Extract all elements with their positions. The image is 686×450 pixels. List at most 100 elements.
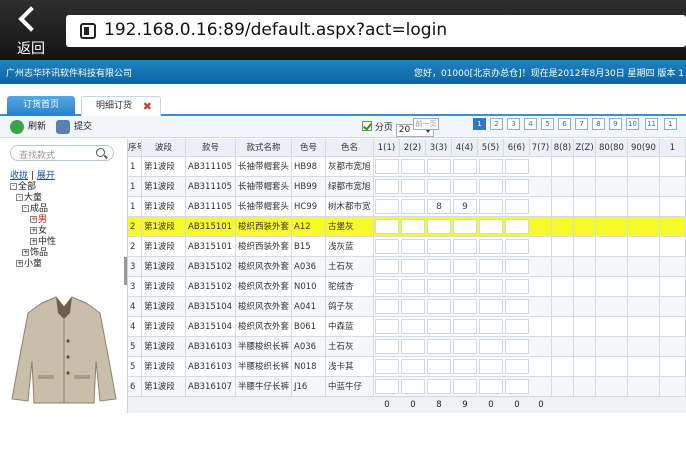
qty-input[interactable] [479, 239, 503, 254]
tree-node[interactable]: +男 [10, 215, 56, 226]
qty-input[interactable] [479, 319, 503, 334]
qty-input[interactable] [401, 319, 425, 334]
qty-input[interactable] [375, 219, 399, 234]
qty-input[interactable] [401, 359, 425, 374]
qty-input[interactable] [453, 239, 477, 254]
qty-input[interactable] [427, 219, 451, 234]
column-header[interactable]: 波段 [142, 139, 186, 156]
tree-node[interactable]: +女 [10, 226, 56, 237]
qty-input[interactable] [479, 219, 503, 234]
tree-toggle-icon[interactable]: - [10, 183, 17, 190]
qty-input[interactable] [453, 379, 477, 394]
tree-toggle-icon[interactable]: + [30, 238, 37, 245]
column-header[interactable]: 7(7) [530, 139, 552, 156]
column-header[interactable]: 90(90 [628, 139, 660, 156]
qty-input[interactable] [453, 179, 477, 194]
qty-input[interactable] [505, 279, 529, 294]
qty-input[interactable] [375, 299, 399, 314]
qty-input[interactable] [479, 379, 503, 394]
column-header[interactable]: 8(8) [552, 139, 574, 156]
qty-input[interactable] [375, 179, 399, 194]
qty-input[interactable] [479, 339, 503, 354]
qty-input[interactable] [453, 319, 477, 334]
table-row[interactable]: 3 第1波段 AB315102 梭织风衣外套 N010 驼绒杏 [128, 277, 686, 297]
tree-node[interactable]: +小童 [10, 259, 56, 270]
page-button[interactable]: 11 [645, 118, 658, 130]
page-button[interactable]: 1 [664, 118, 677, 130]
qty-input[interactable] [427, 299, 451, 314]
tree-node[interactable]: +饰品 [10, 248, 56, 259]
qty-input[interactable] [505, 259, 529, 274]
column-header[interactable]: Z(Z) [574, 139, 596, 156]
qty-input[interactable] [401, 379, 425, 394]
qty-input[interactable]: 8 [427, 199, 451, 214]
tab-order-detail[interactable]: 明细订货 ✖ [81, 96, 161, 116]
qty-input[interactable] [375, 199, 399, 214]
close-icon[interactable]: ✖ [143, 97, 152, 116]
table-row[interactable]: 1 第1波段 AB311105 长袖带帽套头 HB98 灰都市宽旭 [128, 157, 686, 177]
page-button[interactable]: 1 [473, 118, 486, 130]
qty-input[interactable] [427, 319, 451, 334]
column-header[interactable]: 色名 [326, 139, 374, 156]
page-button[interactable]: 2 [490, 118, 503, 130]
qty-input[interactable] [453, 159, 477, 174]
tree-toggle-icon[interactable]: - [16, 194, 23, 201]
tree-toggle-icon[interactable]: + [30, 216, 37, 223]
search-icon[interactable] [96, 148, 105, 157]
qty-input[interactable] [375, 279, 399, 294]
table-row[interactable]: 2 第1波段 AB315101 梭织西装外套 B15 浅灰蓝 [128, 237, 686, 257]
qty-input[interactable] [427, 259, 451, 274]
qty-input[interactable] [505, 319, 529, 334]
qty-input[interactable] [453, 279, 477, 294]
qty-input[interactable] [401, 279, 425, 294]
column-header[interactable]: 序号 [128, 139, 142, 156]
column-header[interactable]: 3(3) [426, 139, 452, 156]
tree-scrollbar[interactable] [124, 257, 127, 285]
page-button[interactable]: 8 [592, 118, 605, 130]
qty-input[interactable] [427, 359, 451, 374]
tree-node[interactable]: +中性 [10, 237, 56, 248]
tree-toggle-icon[interactable]: + [16, 260, 23, 267]
submit-button[interactable]: 提交 [56, 119, 92, 135]
qty-input[interactable] [401, 259, 425, 274]
column-header[interactable]: 款号 [186, 139, 236, 156]
qty-input[interactable] [375, 319, 399, 334]
page-button[interactable]: 4 [524, 118, 537, 130]
qty-input[interactable] [401, 199, 425, 214]
qty-input[interactable] [453, 299, 477, 314]
table-row[interactable]: 6 第1波段 AB316107 半腰牛仔长裤 J16 中蓝牛仔 [128, 377, 686, 397]
qty-input[interactable] [427, 239, 451, 254]
table-row[interactable]: 3 第1波段 AB315102 梭织风衣外套 A036 土石灰 [128, 257, 686, 277]
qty-input[interactable] [375, 259, 399, 274]
page-button[interactable]: 7 [575, 118, 588, 130]
qty-input[interactable] [401, 219, 425, 234]
qty-input[interactable] [427, 159, 451, 174]
qty-input[interactable] [479, 279, 503, 294]
table-row[interactable]: 1 第1波段 AB311105 长袖带帽套头 HB99 绿都市宽旭 [128, 177, 686, 197]
qty-input[interactable] [401, 159, 425, 174]
qty-input[interactable] [479, 179, 503, 194]
tab-order-home[interactable]: 订货首页 [7, 96, 75, 116]
page-button[interactable]: 5 [541, 118, 554, 130]
page-button[interactable]: 6 [558, 118, 571, 130]
qty-input[interactable] [401, 239, 425, 254]
qty-input[interactable] [505, 239, 529, 254]
qty-input[interactable] [453, 359, 477, 374]
qty-input[interactable] [427, 179, 451, 194]
qty-input[interactable] [375, 359, 399, 374]
qty-input[interactable] [375, 159, 399, 174]
qty-input[interactable] [401, 179, 425, 194]
qty-input[interactable] [427, 379, 451, 394]
page-button[interactable]: 3 [507, 118, 520, 130]
qty-input[interactable] [479, 299, 503, 314]
qty-input[interactable] [453, 339, 477, 354]
qty-input[interactable] [453, 219, 477, 234]
qty-input[interactable] [505, 379, 529, 394]
qty-input[interactable] [375, 379, 399, 394]
qty-input[interactable]: 9 [453, 199, 477, 214]
tree-toggle-icon[interactable]: - [22, 205, 29, 212]
refresh-button[interactable]: 刷新 [10, 119, 46, 135]
page-button[interactable]: 10 [626, 118, 639, 130]
table-row[interactable]: 1 第1波段 AB311105 长袖带帽套头 HC99 树木都市宽 8 9 [128, 197, 686, 217]
table-row[interactable]: 5 第1波段 AB316103 半腰梭织长裤 N018 浅卡其 [128, 357, 686, 377]
